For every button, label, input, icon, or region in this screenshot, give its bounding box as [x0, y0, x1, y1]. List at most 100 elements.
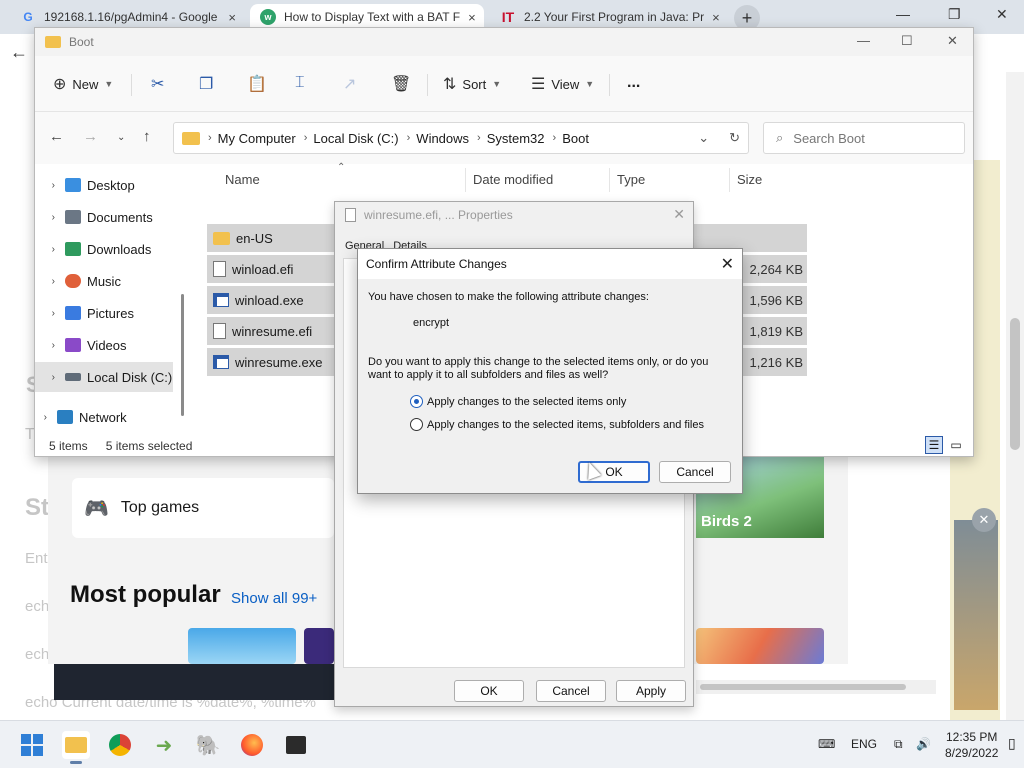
- refresh-icon[interactable]: ↻: [729, 130, 740, 146]
- chevron-down-icon[interactable]: ⌄: [698, 130, 709, 146]
- game-thumbnail[interactable]: [188, 628, 296, 664]
- search-box[interactable]: ⌕ Search Boot: [763, 122, 965, 154]
- paste-icon: 📋: [247, 76, 267, 93]
- nav-item-desktop[interactable]: › Desktop: [35, 170, 173, 200]
- application-icon: [213, 293, 229, 307]
- volume-icon[interactable]: 🔊: [916, 737, 931, 751]
- taskbar-file-explorer[interactable]: [62, 731, 90, 764]
- maximize-icon[interactable]: ☐: [901, 33, 913, 49]
- close-icon[interactable]: ✕: [721, 254, 734, 274]
- chrome-icon: [109, 734, 131, 756]
- column-header-name[interactable]: Name: [225, 172, 260, 187]
- page-scrollbar-thumb[interactable]: [1010, 318, 1020, 450]
- paste-button[interactable]: 📋: [247, 74, 267, 94]
- top-games-tile[interactable]: 🎮 Top games: [72, 478, 334, 538]
- confirm-titlebar: Confirm Attribute Changes ✕: [358, 249, 742, 279]
- minimize-icon[interactable]: —: [896, 6, 910, 22]
- game-thumbnail[interactable]: [696, 628, 824, 664]
- search-placeholder: Search Boot: [793, 130, 865, 146]
- taskbar-chrome[interactable]: [106, 731, 134, 759]
- nav-item-downloads[interactable]: › Downloads: [35, 234, 173, 264]
- more-options-button[interactable]: ...: [627, 74, 640, 92]
- close-icon[interactable]: ✕: [947, 33, 958, 49]
- back-arrow-icon[interactable]: ←: [10, 42, 28, 63]
- folder-icon: [65, 737, 87, 753]
- cut-button[interactable]: ✂: [151, 74, 164, 94]
- new-button[interactable]: ⊕ New ▼: [53, 74, 113, 94]
- column-header-date[interactable]: Date modified: [473, 172, 553, 187]
- show-all-link[interactable]: Show all 99+: [231, 590, 317, 607]
- nav-item-network[interactable]: › Network: [35, 402, 173, 432]
- column-header-size[interactable]: Size: [737, 172, 762, 187]
- close-icon[interactable]: ✕: [996, 6, 1008, 23]
- file-size: 2,264 KB: [749, 261, 804, 277]
- breadcrumb-item[interactable]: Boot: [562, 131, 589, 146]
- game-thumbnail[interactable]: [304, 628, 334, 664]
- scissors-icon: ✂: [151, 76, 165, 93]
- recent-locations-icon[interactable]: ⌄: [117, 132, 125, 143]
- nav-item-local-disk[interactable]: › Local Disk (C:): [35, 362, 173, 392]
- network-icon[interactable]: ⧉: [894, 737, 903, 752]
- radio-unchecked[interactable]: [410, 418, 423, 431]
- ad-banner[interactable]: [954, 520, 998, 710]
- share-button[interactable]: ↗: [343, 74, 356, 94]
- properties-ok-button[interactable]: OK: [454, 680, 524, 702]
- properties-apply-button[interactable]: Apply: [616, 680, 686, 702]
- nav-item-pictures[interactable]: › Pictures: [35, 298, 173, 328]
- back-icon[interactable]: ←: [49, 128, 64, 145]
- nav-label: Videos: [87, 337, 127, 353]
- address-bar[interactable]: › My Computer › Local Disk (C:) › Windows ›…: [173, 122, 749, 154]
- taskbar-firefox[interactable]: [238, 731, 266, 759]
- pictures-icon: [65, 306, 81, 320]
- notification-icon[interactable]: ▯: [1008, 735, 1016, 752]
- copy-button[interactable]: ❐: [199, 74, 213, 94]
- keyboard-icon[interactable]: ⌨: [818, 737, 835, 751]
- language-indicator[interactable]: ENG: [851, 737, 877, 751]
- rename-button[interactable]: ⌶: [295, 74, 305, 92]
- confirm-cancel-button[interactable]: Cancel: [659, 461, 731, 483]
- breadcrumb-item[interactable]: Windows: [416, 131, 469, 146]
- nav-item-documents[interactable]: › Documents: [35, 202, 173, 232]
- close-tab-icon[interactable]: ×: [228, 10, 236, 25]
- taskbar-pgadmin[interactable]: 🐘: [194, 731, 222, 759]
- minimize-icon[interactable]: —: [857, 33, 870, 48]
- close-icon[interactable]: ✕: [673, 206, 685, 223]
- system-clock[interactable]: 12:35 PM 8/29/2022: [945, 729, 998, 761]
- explorer-address-row: ← → ⌄ ↑ › My Computer › Local Disk (C:) › W…: [35, 112, 973, 164]
- restore-icon[interactable]: ❐: [948, 6, 961, 23]
- properties-titlebar: winresume.efi, ... Properties: [345, 208, 513, 222]
- view-button[interactable]: ☰ View ▼: [531, 74, 594, 94]
- nav-pane-scrollbar[interactable]: [181, 294, 184, 416]
- browser-tab-title: 2.2 Your First Program in Java: Pr: [524, 10, 705, 24]
- trash-icon: 🗑: [391, 76, 412, 93]
- tiles-view-icon[interactable]: ▭: [947, 436, 965, 454]
- browser-tab-title: How to Display Text with a BAT F: [284, 10, 461, 24]
- sort-button[interactable]: ⇅ Sort ▼: [443, 74, 501, 94]
- radio-checked[interactable]: [410, 395, 423, 408]
- option-subfolders[interactable]: Apply changes to the selected items, sub…: [410, 418, 704, 431]
- taskbar-app-arrow[interactable]: ➜: [150, 731, 178, 759]
- file-size: 1,596 KB: [749, 292, 804, 308]
- nav-item-music[interactable]: › Music: [35, 266, 173, 296]
- copy-icon: ❐: [199, 76, 214, 93]
- close-ad-icon[interactable]: ✕: [972, 508, 996, 532]
- arrow-app-icon: ➜: [155, 734, 173, 757]
- sort-icon: ⇅: [443, 76, 457, 93]
- up-icon[interactable]: ↑: [143, 128, 151, 145]
- start-button[interactable]: [18, 731, 46, 759]
- option-selected-only[interactable]: Apply changes to the selected items only: [410, 395, 626, 408]
- breadcrumb-item[interactable]: My Computer: [218, 131, 296, 146]
- breadcrumb-item[interactable]: System32: [487, 131, 545, 146]
- taskbar-store[interactable]: [282, 731, 310, 759]
- forward-icon[interactable]: →: [83, 128, 98, 145]
- column-header-type[interactable]: Type: [617, 172, 645, 187]
- properties-cancel-button[interactable]: Cancel: [536, 680, 606, 702]
- option-label: Apply changes to the selected items, sub…: [427, 418, 704, 431]
- breadcrumb-item[interactable]: Local Disk (C:): [313, 131, 398, 146]
- delete-button[interactable]: 🗑: [391, 74, 411, 94]
- close-tab-icon[interactable]: ×: [712, 10, 720, 25]
- details-view-icon[interactable]: ☰: [925, 436, 943, 454]
- horizontal-scrollbar-thumb[interactable]: [700, 684, 906, 690]
- close-tab-icon[interactable]: ×: [468, 10, 476, 25]
- nav-item-videos[interactable]: › Videos: [35, 330, 173, 360]
